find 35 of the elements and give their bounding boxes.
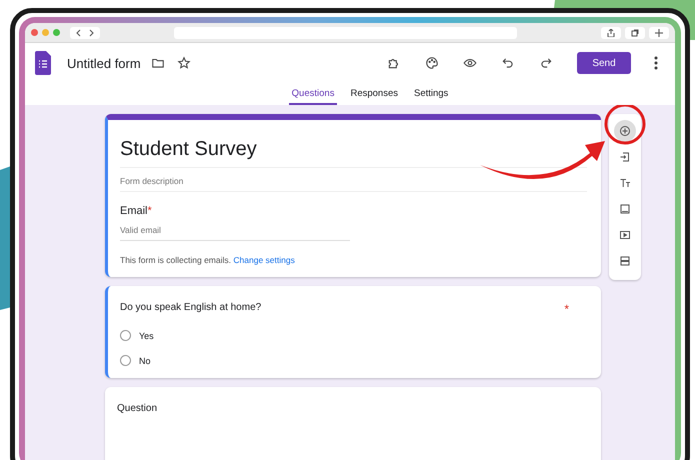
required-mark: * <box>148 205 152 217</box>
email-collection-note: This form is collecting emails. Change settings <box>120 255 296 265</box>
back-forward-button[interactable] <box>70 26 100 39</box>
question-text[interactable]: Do you speak English at home? <box>120 302 262 316</box>
question-text[interactable]: Question <box>117 403 587 414</box>
tabs-button[interactable] <box>625 26 645 39</box>
minimize-dot-icon[interactable] <box>42 29 49 36</box>
option-label: Yes <box>139 330 154 340</box>
plus-icon <box>655 28 663 37</box>
share-button[interactable] <box>601 26 621 39</box>
required-mark: * <box>564 302 569 316</box>
image-icon <box>619 203 631 215</box>
forms-logo-icon[interactable] <box>35 51 51 76</box>
tabs-icon <box>631 28 639 37</box>
close-dot-icon[interactable] <box>31 29 38 36</box>
tab[interactable]: Responses <box>347 83 401 105</box>
option-label: No <box>139 356 151 366</box>
share-icon <box>607 28 615 37</box>
tab[interactable]: Settings <box>410 83 452 105</box>
import-icon <box>619 151 631 163</box>
maximize-dot-icon[interactable] <box>53 29 60 36</box>
email-label: Email <box>120 205 148 217</box>
new-tab-button[interactable] <box>649 26 669 39</box>
video-icon <box>619 229 631 241</box>
chevrons-icon <box>76 28 94 37</box>
change-settings-link[interactable]: Change settings <box>233 255 295 265</box>
form-name[interactable]: Untitled form <box>67 56 141 71</box>
radio-button[interactable] <box>120 330 131 341</box>
text-size-icon <box>619 177 631 189</box>
radio-button[interactable] <box>120 355 131 366</box>
email-field[interactable]: Valid email <box>120 217 350 241</box>
send-button[interactable]: Send <box>577 52 631 74</box>
section-icon <box>619 255 631 267</box>
add-circle-icon <box>619 125 631 137</box>
toolbar-button[interactable] <box>614 120 636 142</box>
